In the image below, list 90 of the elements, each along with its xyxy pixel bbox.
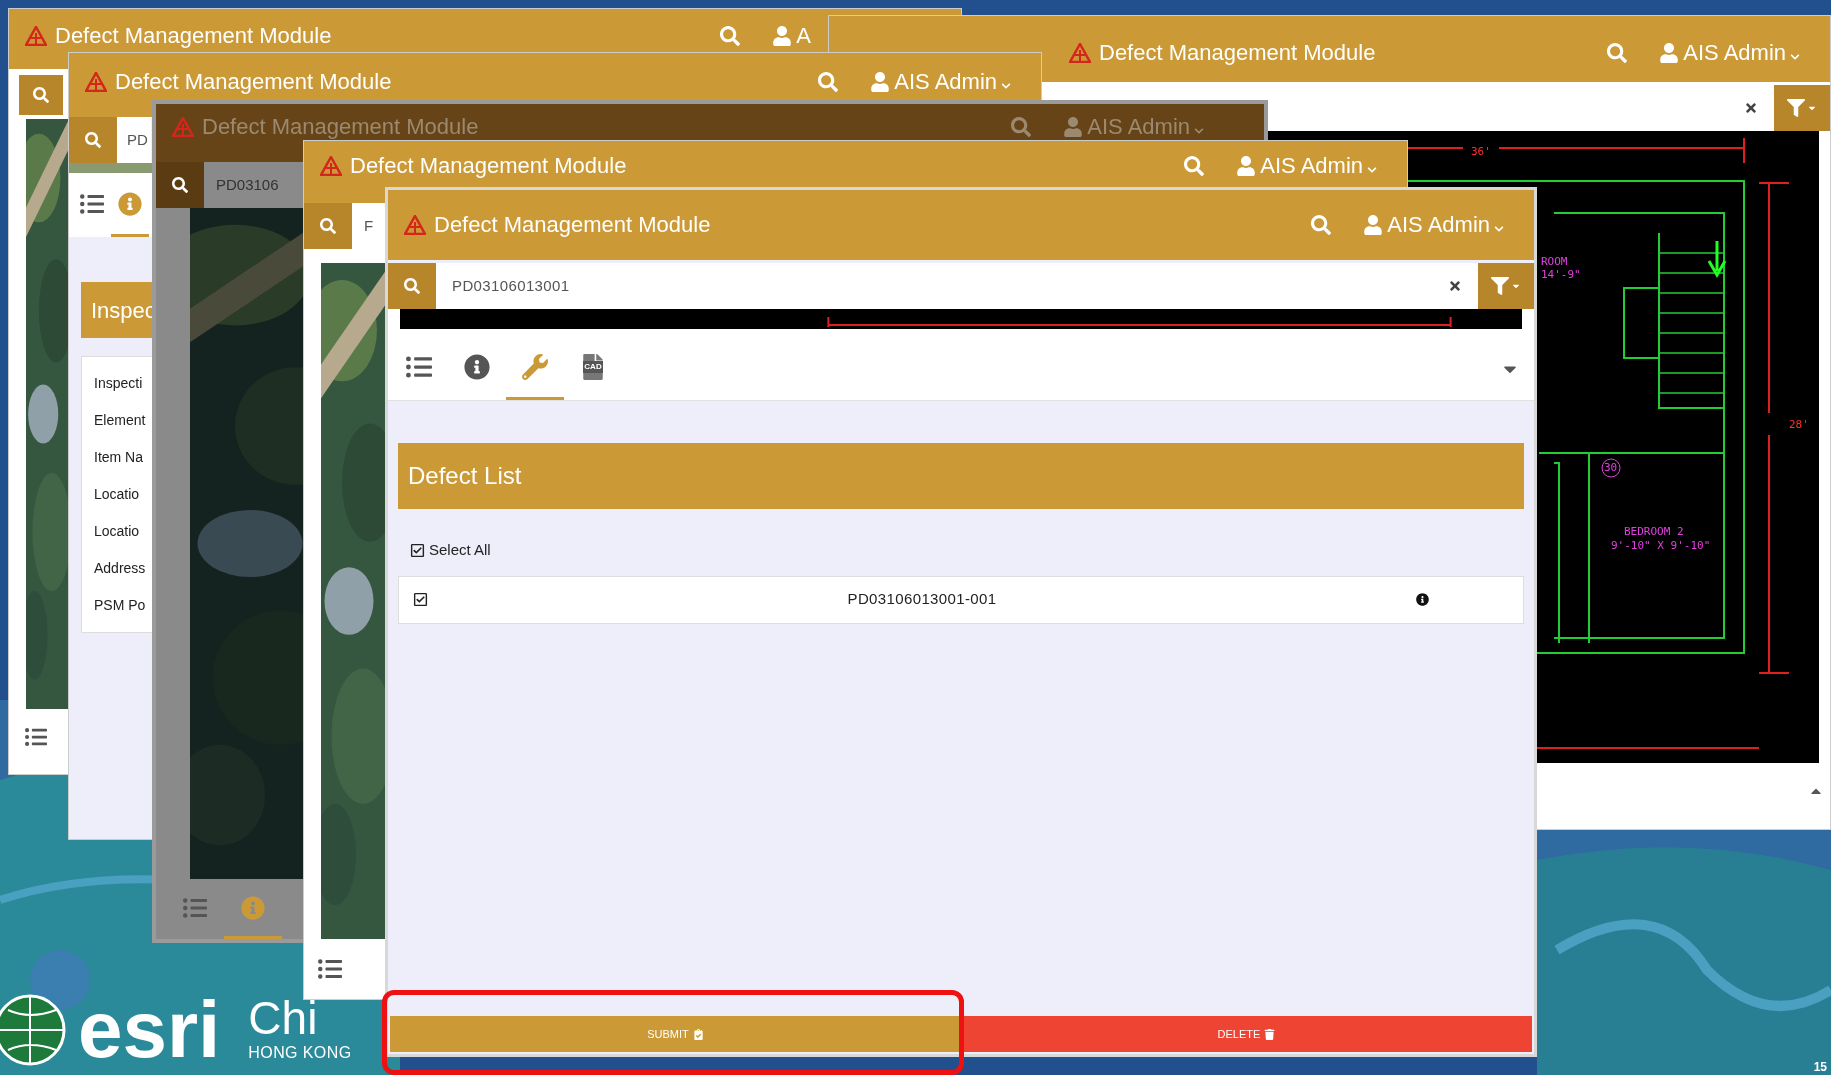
list-icon [406, 354, 432, 380]
chevron-icon [1194, 125, 1204, 136]
filter-icon [1787, 99, 1805, 117]
list-icon [183, 895, 207, 920]
info-icon[interactable] [1416, 593, 1429, 606]
field-label: Element [94, 411, 146, 430]
drawing-label: 9'-10" X 9'-10" [1611, 539, 1711, 552]
delete-button[interactable]: DELETE [961, 1016, 1532, 1052]
logo-icon [25, 25, 47, 46]
brand-suffix: Chi [248, 995, 319, 1041]
logo-icon [85, 71, 107, 92]
drawing-label: 30 [1604, 461, 1618, 474]
defect-id: PD03106013001-001 [846, 589, 998, 610]
window-title: Defect Management Module [202, 113, 479, 141]
wrench-icon [522, 354, 548, 380]
cad-tab[interactable]: CAD [564, 337, 622, 400]
window-title: Defect Management Module [434, 211, 711, 239]
row-checkbox[interactable] [413, 592, 428, 607]
logo-icon [1069, 42, 1091, 63]
drawing-label: 14'-9" [1541, 268, 1581, 281]
trash-icon [1264, 1028, 1276, 1040]
file-type-label: CAD [583, 361, 603, 373]
search-icon[interactable] [1184, 155, 1205, 176]
search-icon[interactable] [720, 25, 741, 46]
user-menu[interactable]: AIS Admin [1236, 149, 1377, 182]
search-field[interactable]: PD03106013001 [436, 263, 1448, 309]
user-menu[interactable]: AIS Admin [1363, 208, 1504, 241]
field-label: Address [94, 559, 146, 578]
defect-row[interactable]: PD03106013001-001 [398, 575, 1524, 624]
info-icon [464, 354, 490, 380]
user-menu[interactable]: AIS Admin [1063, 110, 1204, 143]
user-icon [1363, 214, 1384, 235]
drawing-label: BEDROOM 2 [1624, 525, 1684, 538]
user-icon [1659, 42, 1680, 63]
window-title: Defect Management Module [1099, 39, 1376, 67]
drawing-label: 28' [1789, 418, 1809, 431]
user-icon [1236, 155, 1257, 176]
user-menu[interactable]: AIS Admin [1659, 36, 1800, 69]
filter-button[interactable] [1774, 85, 1830, 131]
select-all-checkbox[interactable]: Select All [410, 539, 491, 562]
filter-icon [1491, 277, 1509, 295]
chevron-icon [1494, 223, 1504, 234]
list-tab[interactable] [25, 725, 47, 748]
field-label: Item Na [94, 448, 143, 467]
user-icon [1063, 116, 1084, 137]
list-icon [318, 957, 342, 981]
chevron-icon [1001, 80, 1011, 91]
window-title: Defect Management Module [350, 152, 627, 180]
list-tab[interactable] [318, 957, 342, 981]
page-number: 15 [1813, 1059, 1827, 1075]
drawing-label: ROOM [1541, 255, 1568, 268]
logo-icon [172, 116, 194, 137]
logo-icon [320, 155, 342, 176]
drawing-label: 36' [1471, 145, 1491, 158]
window-title: Defect Management Module [115, 68, 392, 96]
search-icon[interactable] [1011, 116, 1032, 137]
search-button[interactable] [156, 162, 204, 208]
search-icon[interactable] [818, 71, 839, 92]
filter-button[interactable] [1478, 263, 1534, 309]
list-icon [80, 191, 104, 216]
logo-icon [404, 214, 426, 235]
info-icon [241, 895, 265, 920]
chevron-icon [1790, 51, 1800, 62]
search-icon[interactable] [1607, 42, 1628, 63]
close-icon[interactable] [1448, 279, 1462, 293]
search-icon [404, 278, 420, 294]
user-icon [870, 71, 891, 92]
search-field[interactable]: PD [117, 117, 151, 163]
info-icon [118, 191, 142, 216]
section-title: Defect List [408, 461, 522, 491]
chevron-icon [1367, 164, 1377, 175]
window-title: Defect Management Module [55, 22, 332, 50]
search-icon [85, 132, 101, 148]
section-title: Inspec [91, 296, 156, 325]
search-icon [172, 177, 188, 193]
user-icon [772, 25, 793, 46]
brand-name: esri [78, 990, 221, 1070]
search-icon[interactable] [1311, 214, 1332, 235]
submit-button[interactable]: SUBMIT [390, 1016, 961, 1052]
field-label: Locatio [94, 485, 140, 504]
close-icon[interactable] [1744, 101, 1758, 115]
field-label: PSM Po [94, 596, 146, 615]
user-menu[interactable]: A [772, 19, 811, 52]
region-label: HONG KONG [248, 1043, 352, 1063]
field-label: Inspecti [94, 374, 143, 393]
field-label: Locatio [94, 522, 140, 541]
clipboard-icon [692, 1028, 704, 1040]
search-icon [33, 87, 49, 103]
user-menu[interactable]: AIS Admin [870, 65, 1011, 98]
list-icon [25, 725, 47, 748]
